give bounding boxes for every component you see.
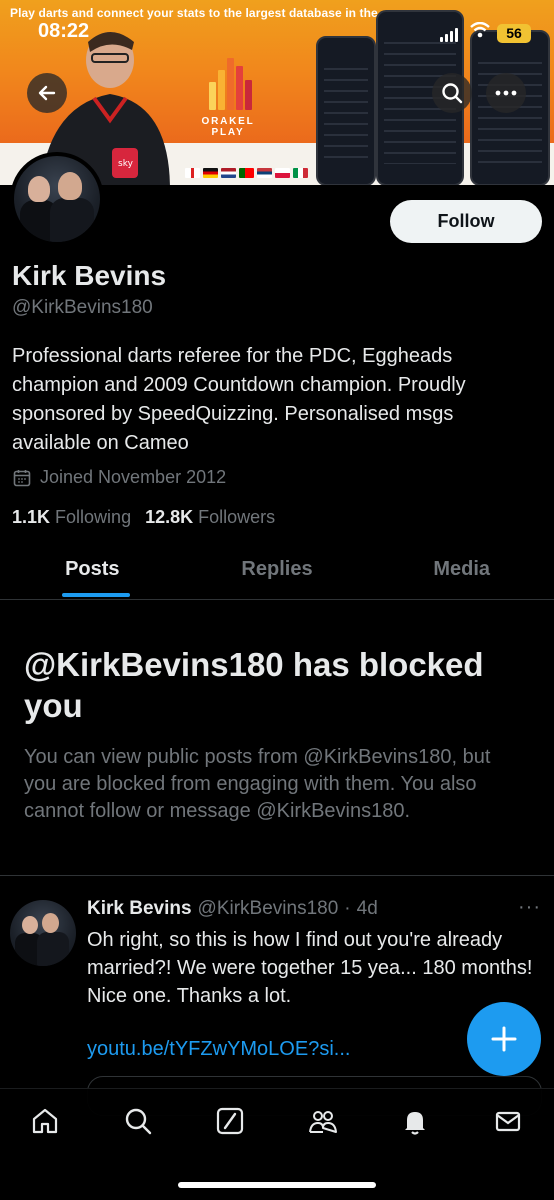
cellular-signal-icon	[440, 28, 462, 42]
blocked-message: You can view public posts from @KirkBevi…	[24, 746, 491, 822]
profile-avatar[interactable]	[10, 152, 104, 246]
joined-text: Joined November 2012	[40, 467, 227, 487]
following-link[interactable]: 1.1K Following	[12, 507, 131, 528]
profile-handle: @KirkBevins180	[12, 297, 153, 318]
tweet-avatar[interactable]	[10, 900, 76, 966]
status-time: 08:22	[38, 20, 90, 42]
profile-bio: Professional darts referee for the PDC, …	[12, 345, 466, 454]
tweet-handle[interactable]: @KirkBevins180	[198, 898, 339, 920]
search-button[interactable]	[432, 73, 472, 113]
more-horizontal-icon	[495, 90, 517, 96]
home-indicator[interactable]	[178, 1182, 376, 1188]
search-icon	[442, 83, 463, 104]
back-button[interactable]	[27, 73, 67, 113]
following-label: Following	[55, 507, 132, 527]
bell-icon	[405, 1112, 425, 1135]
brand-name: ORAKEL PLAY	[201, 116, 255, 138]
banner-phone-1	[316, 36, 376, 185]
tab-media[interactable]: Media	[369, 548, 554, 599]
wifi-icon	[470, 22, 490, 38]
nav-home[interactable]	[29, 1105, 61, 1137]
arrow-left-icon	[38, 85, 56, 101]
profile-tabs: Posts Replies Media	[0, 548, 554, 600]
nav-messages[interactable]	[492, 1105, 524, 1137]
banner-tagline: Play darts and connect your stats to the…	[10, 6, 414, 20]
brand-logo-icon	[205, 52, 252, 110]
followers-link[interactable]: 12.8K Followers	[145, 507, 275, 528]
nav-notifications[interactable]	[399, 1105, 431, 1137]
tweet-more-button[interactable]: ···	[518, 896, 541, 919]
search-icon	[125, 1108, 152, 1135]
followers-count: 12.8K	[145, 507, 194, 527]
banner-brand: ORAKEL PLAY	[188, 52, 268, 138]
battery-indicator: 56	[497, 24, 531, 43]
tweet-header: Kirk Bevins @KirkBevins180 · 4d	[87, 898, 378, 920]
banner-flags	[185, 168, 308, 180]
compose-button[interactable]	[467, 1002, 541, 1076]
followers-label: Followers	[198, 507, 276, 527]
tweet-link[interactable]: youtu.be/tYFZwYMoLOE?si...	[87, 1038, 350, 1061]
home-icon	[32, 1108, 58, 1134]
tweet-text: Oh right, so this is how I find out you'…	[87, 929, 533, 1007]
tweet-author[interactable]: Kirk Bevins	[87, 898, 192, 920]
joined-date: Joined November 2012	[12, 467, 226, 488]
blocked-title: @KirkBevins180 has blocked you	[24, 646, 484, 724]
profile-name: Kirk Bevins	[12, 260, 167, 291]
calendar-icon	[13, 469, 31, 486]
svg-text:sky: sky	[118, 159, 134, 169]
nav-communities[interactable]	[307, 1105, 339, 1137]
mail-icon	[495, 1111, 521, 1132]
more-options-button[interactable]	[486, 73, 526, 113]
following-count: 1.1K	[12, 507, 51, 527]
nav-search[interactable]	[122, 1105, 154, 1137]
tab-replies[interactable]: Replies	[185, 548, 370, 599]
communities-icon	[309, 1111, 337, 1133]
tweet-time[interactable]: 4d	[357, 898, 378, 920]
nav-grok[interactable]	[214, 1105, 246, 1137]
grok-icon	[216, 1107, 244, 1135]
plus-icon	[491, 1026, 517, 1052]
section-divider	[0, 875, 554, 876]
tweet-separator: ·	[344, 898, 351, 919]
tab-posts[interactable]: Posts	[0, 548, 185, 599]
follow-button[interactable]: Follow	[390, 200, 542, 243]
profile-stats: 1.1K Following 12.8K Followers	[12, 507, 275, 528]
